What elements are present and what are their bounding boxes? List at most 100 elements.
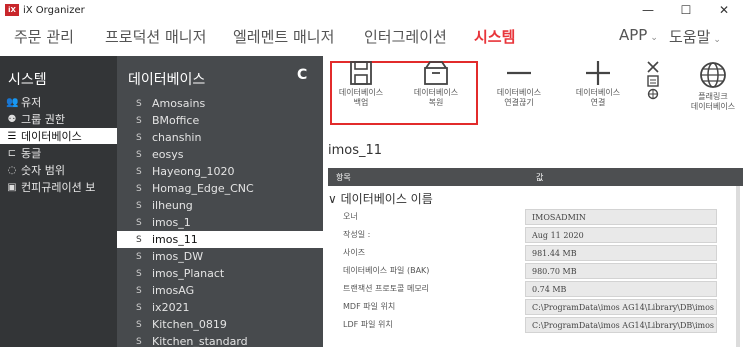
list-item[interactable]: S Kitchen_0819 — [117, 316, 323, 333]
list-item-selected[interactable]: Simos_11 — [117, 231, 323, 248]
disconnect-database-button[interactable]: 데이터베이스 연결끊기 — [489, 60, 549, 108]
save-icon — [350, 61, 372, 85]
refresh-icon[interactable]: C — [297, 67, 307, 83]
database-name: BMoffice — [152, 114, 200, 127]
database-item-icon: S — [136, 268, 142, 279]
app-logo-icon: iX — [5, 4, 19, 16]
details-scrollbar[interactable] — [736, 186, 740, 347]
table-row: LDF 파일 위치 C:\ProgramData\imos AG14\Libra… — [328, 316, 738, 333]
sidebar-item-configuration[interactable]: ▣ 컨피규레이션 보 — [6, 179, 117, 195]
disconnect-database-label: 데이터베이스 연결끊기 — [496, 88, 542, 107]
database-name: imos_11 — [152, 233, 198, 246]
database-item-icon: S — [136, 319, 142, 330]
property-value: 980.70 MB — [525, 263, 717, 279]
close-button[interactable]: ✕ — [705, 0, 743, 20]
database-name: Amosains — [152, 97, 206, 110]
sidebar-item-label: 컨피규레이션 보 — [21, 181, 96, 194]
tools-stack-button[interactable] — [641, 60, 665, 100]
sidebar-item-label: 동글 — [21, 147, 42, 160]
sidebar-item-database[interactable]: ☰ 데이터베이스 — [0, 128, 117, 144]
maximize-button[interactable]: ☐ — [667, 0, 705, 20]
planlink-database-label: 플래링크 데이터베이스 — [690, 92, 736, 111]
chevron-down-icon: ∨ — [328, 192, 337, 206]
sidebar-item-label: 유저 — [21, 96, 42, 109]
sidebar-item-dongle[interactable]: ⊏ 동글 — [6, 145, 117, 161]
menu-production-manager[interactable]: 프로덕션 매니저 — [105, 26, 206, 47]
menu-app-label: APP — [619, 26, 648, 44]
property-value: 981.44 MB — [525, 245, 717, 261]
menu-order-management[interactable]: 주문 관리 — [14, 26, 74, 47]
planlink-database-button[interactable]: 플래링크 데이터베이스 — [683, 60, 743, 112]
database-item-icon: S — [136, 285, 142, 296]
database-name: Homag_Edge_CNC — [152, 182, 254, 195]
minimize-button[interactable]: — — [629, 0, 667, 20]
sidebar-item-group-permissions[interactable]: ⚉ 그룹 권한 — [6, 111, 117, 127]
property-label: 데이터베이스 파일 (BAK) — [343, 266, 430, 275]
list-item[interactable]: S Homag_Edge_CNC — [117, 180, 323, 197]
list-item[interactable]: Six2021 — [117, 299, 323, 316]
system-sidebar-title: 시스템 — [8, 72, 47, 88]
database-item-icon: S — [136, 98, 142, 109]
database-name: Hayeong_1020 — [152, 165, 235, 178]
sidebar-item-number-range[interactable]: ◌ 숫자 범위 — [6, 162, 117, 178]
backup-database-button[interactable]: 데이터베이스 백업 — [331, 60, 391, 108]
menu-system[interactable]: 시스템 — [474, 26, 515, 47]
list-item[interactable]: Seosys — [117, 146, 323, 163]
sidebar-item-users[interactable]: 👥 유저 — [6, 94, 117, 110]
group-permission-icon: ⚉ — [7, 113, 17, 125]
window-title: iX Organizer — [23, 4, 85, 16]
list-item[interactable]: Simos_1 — [117, 214, 323, 231]
database-name: imos_Planact — [152, 267, 225, 280]
list-item[interactable]: S Kitchen_standard — [117, 333, 323, 347]
database-name: imosAG — [152, 284, 195, 297]
property-value: C:\ProgramData\imos AG14\Library\DB\imos — [525, 317, 717, 333]
table-row: 트랜잭션 프로토콜 메모리 0.74 MB — [328, 280, 738, 297]
menu-help[interactable]: 도움말 ⌄ — [669, 26, 721, 47]
menu-help-label: 도움말 — [669, 28, 711, 46]
menu-integration[interactable]: 인터그레이션 — [364, 26, 447, 47]
chevron-down-icon: ⌄ — [713, 35, 721, 45]
backup-database-label: 데이터베이스 백업 — [338, 88, 384, 107]
menu-app[interactable]: APP ⌄ — [619, 26, 658, 44]
property-value: Aug 11 2020 — [525, 227, 717, 243]
property-label: LDF 파일 위치 — [343, 320, 393, 329]
connect-database-button[interactable]: 데이터베이스 연결 — [568, 60, 628, 108]
top-menu: 주문 관리 프로덕션 매니저 엘레멘트 매니저 인터그레이션 시스템 APP ⌄ … — [0, 20, 743, 56]
list-item[interactable]: S Amosains — [117, 95, 323, 112]
database-name: Kitchen_standard — [152, 335, 248, 347]
configuration-icon: ▣ — [7, 181, 17, 193]
property-value: C:\ProgramData\imos AG14\Library\DB\imos — [525, 299, 717, 315]
users-icon: 👥 — [6, 96, 19, 108]
property-label: MDF 파일 위치 — [343, 302, 396, 311]
section-database-name[interactable]: ∨ 데이터베이스 이름 — [328, 190, 433, 207]
database-item-icon: S — [136, 149, 142, 160]
plus-icon — [586, 61, 610, 85]
database-list-panel: 데이터베이스 C S Amosains S BMoffice Schanshin S… — [117, 56, 323, 347]
selected-database-title: imos_11 — [328, 143, 383, 158]
list-item[interactable]: Simos_DW — [117, 248, 323, 265]
list-item[interactable]: Simos_Planact — [117, 265, 323, 282]
list-item[interactable]: SimosAG — [117, 282, 323, 299]
restore-database-button[interactable]: 데이터베이스 복원 — [406, 60, 466, 108]
database-name: imos_DW — [152, 250, 204, 263]
database-name: ilheung — [152, 199, 193, 212]
property-value: IMOSADMIN — [525, 209, 717, 225]
table-row: 작성일 : Aug 11 2020 — [328, 226, 738, 243]
property-label: 사이즈 — [343, 248, 366, 257]
menu-element-manager[interactable]: 엘레멘트 매니저 — [233, 26, 334, 47]
property-label: 작성일 : — [343, 230, 371, 239]
list-item[interactable]: Schanshin — [117, 129, 323, 146]
property-label: 트랜잭션 프로토콜 메모리 — [343, 284, 430, 293]
list-item[interactable]: Silheung — [117, 197, 323, 214]
database-item-icon: S — [136, 115, 142, 126]
restore-database-label: 데이터베이스 복원 — [413, 88, 459, 107]
list-item[interactable]: S Hayeong_1020 — [117, 163, 323, 180]
database-item-icon: S — [136, 166, 142, 177]
column-header-value: 값 — [536, 173, 544, 182]
database-item-icon: S — [136, 251, 142, 262]
list-item[interactable]: S BMoffice — [117, 112, 323, 129]
database-list-title: 데이터베이스 — [128, 72, 206, 88]
database-item-icon: S — [136, 234, 142, 245]
table-row: 오너 IMOSADMIN — [328, 208, 738, 225]
number-range-icon: ◌ — [7, 164, 17, 176]
